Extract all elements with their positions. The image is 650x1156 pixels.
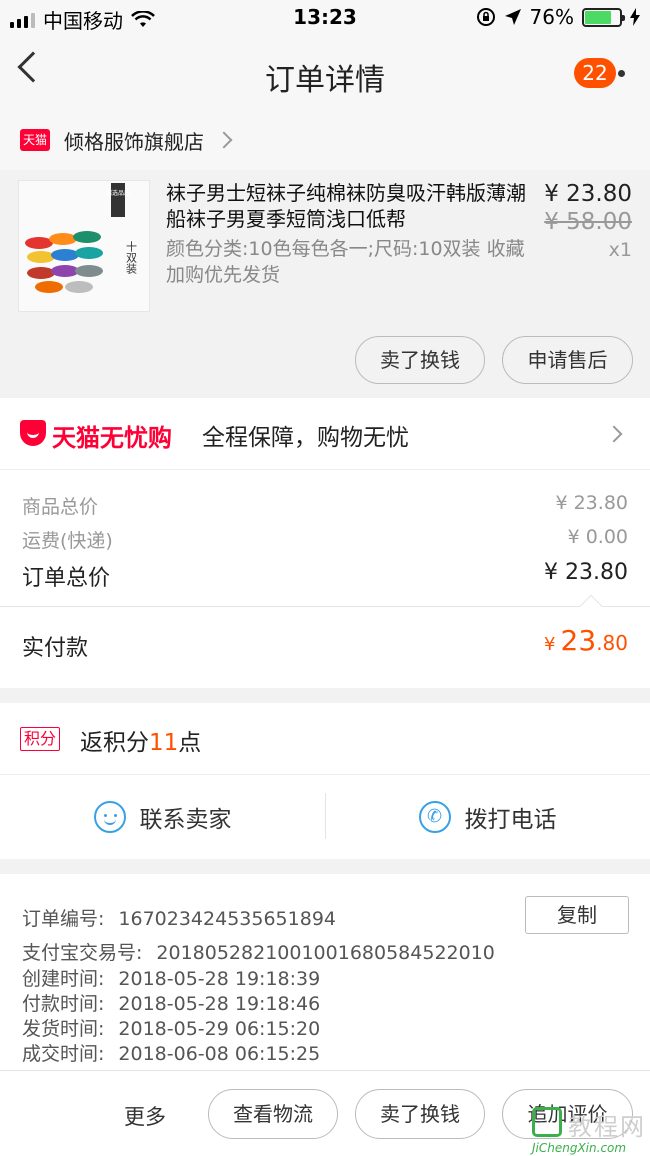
goods-total-label: 商品总价 [22, 496, 99, 518]
resell-bottom-button[interactable]: 卖了换钱 [355, 1089, 485, 1139]
done-row: 成交时间: 2018-06-08 06:15:25 [22, 1039, 320, 1066]
paid-time-label: 付款时间: [22, 993, 105, 1015]
page-title: 订单详情 [265, 63, 385, 98]
product-title[interactable]: 袜子男士短袜子纯棉袜防臭吸汗韩版薄潮船袜子男夏季短筒浅口低帮 [166, 180, 528, 232]
battery-icon [582, 7, 625, 27]
divider-notch [579, 594, 603, 618]
contact-bar: 联系卖家 ✆ 拨打电话 [0, 775, 650, 859]
done-time: 2018-06-08 06:15:25 [118, 1043, 321, 1065]
phone-icon: ✆ [418, 801, 451, 833]
call-label: 拨打电话 [464, 807, 557, 833]
order-info: 订单编号: 167023424535651894 复制 支付宝交易号: 201805… [0, 874, 650, 1070]
contact-seller-button[interactable]: 联系卖家 [0, 775, 325, 859]
points-tag: 积分 [20, 727, 61, 751]
points-value: 11 [149, 730, 179, 756]
order-total-value: ¥ 23.80 [544, 560, 628, 585]
shipping-row: 运费(快递) ¥ 0.00 [22, 526, 628, 553]
charging-icon [630, 8, 640, 26]
paid-label: 实付款 [22, 636, 89, 661]
points-row: 积分 返积分11点 [0, 703, 650, 775]
paid-time: 2018-05-28 19:18:46 [118, 993, 321, 1015]
battery-fill [585, 10, 611, 24]
alipay-row: 支付宝交易号: 2018052821001001680584522010 [22, 938, 495, 965]
thumbnail-text: 十双装 [125, 240, 138, 275]
price-summary: 商品总价 ¥ 23.80 运费(快递) ¥ 0.00 订单总价 ¥ 23.80 … [0, 470, 650, 688]
goods-total-value: ¥ 23.80 [555, 492, 628, 514]
tmall-tag: 天猫 [20, 129, 50, 151]
bottom-action-bar: 更多 查看物流 卖了换钱 追加评价 教程网 JiChengXin.com [0, 1070, 650, 1156]
points-prefix: 返积分 [80, 730, 149, 756]
order-number-label: 订单编号: [22, 908, 105, 930]
chevron-right-icon [605, 425, 623, 443]
goods-total-row: 商品总价 ¥ 23.80 [22, 492, 628, 519]
copy-button[interactable]: 复制 [525, 896, 629, 934]
paid-time-row: 付款时间: 2018-05-28 19:18:46 [22, 989, 320, 1016]
current-price: ¥ 23.80 [544, 181, 632, 207]
divider [0, 606, 650, 607]
shipped-time: 2018-05-29 06:15:20 [118, 1018, 321, 1040]
watermark-text: 教程网 [568, 1113, 646, 1141]
worry-free-row[interactable]: 天猫无忧购 全程保障，购物无忧 [0, 398, 650, 470]
shipping-value: ¥ 0.00 [567, 526, 628, 548]
alipay-label: 支付宝交易号: [22, 942, 143, 964]
contact-seller-label: 联系卖家 [139, 807, 232, 833]
points-suffix: 点 [178, 730, 202, 756]
worry-free-text: 全程保障，购物无忧 [202, 425, 409, 451]
order-total-label: 订单总价 [22, 566, 111, 591]
created-row: 创建时间: 2018-05-28 19:18:39 [22, 964, 320, 991]
watermark-logo-icon [532, 1107, 562, 1137]
status-right: 76% [476, 5, 640, 29]
original-price: ¥ 58.00 [544, 209, 632, 235]
watermark-url: JiChengXin.com [532, 1141, 627, 1155]
notification-badge: 22 [574, 58, 616, 88]
chevron-right-icon [215, 131, 233, 149]
orientation-lock-icon [476, 8, 495, 26]
status-bar: 中国移动 13:23 76% [0, 0, 650, 36]
after-sale-button[interactable]: 申请售后 [502, 336, 633, 384]
paid-integer: 23 [560, 624, 597, 657]
call-button[interactable]: ✆ 拨打电话 [325, 775, 650, 859]
points-text: 返积分11点 [80, 723, 201, 757]
view-logistics-button[interactable]: 查看物流 [208, 1089, 338, 1139]
product-sku: 颜色分类:10色每色各一;尺码:10双装 收藏加购优先发货 [166, 238, 525, 286]
created-label: 创建时间: [22, 968, 105, 990]
shop-name: 倾格服饰旗舰店 [64, 129, 204, 154]
price-block: ¥ 23.80 ¥ 58.00 x1 [544, 180, 632, 264]
quantity: x1 [608, 239, 632, 261]
chat-icon [93, 801, 126, 833]
location-icon [504, 9, 521, 25]
watermark: 教程网 JiChengXin.com [526, 1107, 646, 1155]
paid-amount: ¥ 23.80 [544, 624, 628, 657]
done-label: 成交时间: [22, 1043, 105, 1065]
shipped-label: 发货时间: [22, 1018, 105, 1040]
more-button[interactable]: 22 [574, 58, 628, 88]
nav-bar: 订单详情 22 [0, 36, 650, 110]
order-number: 167023424535651894 [118, 908, 336, 930]
shop-row[interactable]: 天猫 倾格服饰旗舰店 [0, 110, 650, 170]
more-link[interactable]: 更多 [124, 1101, 166, 1131]
shipping-label: 运费(快递) [22, 530, 113, 552]
worry-free-brand: 天猫无忧购 [52, 424, 172, 452]
socks-image: 精选品质 十双装 [19, 181, 149, 311]
thumbnail-label: 精选品质 [106, 189, 130, 197]
shipped-row: 发货时间: 2018-05-29 06:15:20 [22, 1014, 320, 1041]
tmall-shield-icon [20, 420, 46, 446]
product-thumbnail[interactable]: 精选品质 十双装 [18, 180, 150, 312]
paid-decimal: .80 [596, 631, 628, 655]
alipay-number: 2018052821001001680584522010 [156, 942, 495, 964]
resell-button[interactable]: 卖了换钱 [355, 336, 485, 384]
order-total-row: 订单总价 ¥ 23.80 [22, 560, 628, 592]
order-number-row: 订单编号: 167023424535651894 [22, 904, 336, 931]
paid-currency: ¥ [544, 634, 556, 655]
created-time: 2018-05-28 19:18:39 [118, 968, 321, 990]
product-card: 精选品质 十双装 袜子男士短袜子纯棉袜防臭吸汗韩版薄潮船袜子男夏季短筒浅口低帮 … [0, 170, 650, 398]
battery-percent: 76% [529, 5, 574, 29]
